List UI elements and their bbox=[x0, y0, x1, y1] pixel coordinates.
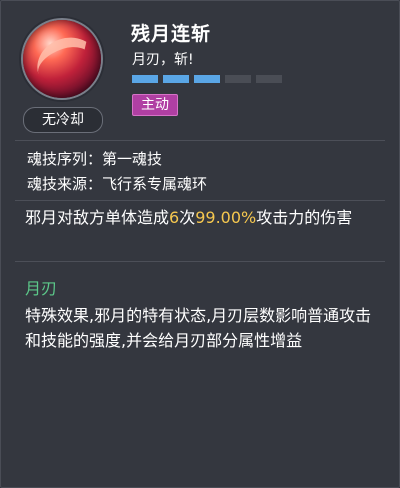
effect-title: 月刃 bbox=[25, 279, 58, 298]
skill-type-badge: 主动 bbox=[132, 94, 178, 116]
effect-description: 特殊效果,邪月的特有状态,月刃层数影响普通攻击和技能的强度,并会给月刃部分属性增… bbox=[25, 306, 372, 350]
description-prefix: 邪月对敌方单体造成 bbox=[25, 208, 170, 227]
description-suffix: 攻击力的伤害 bbox=[256, 208, 353, 227]
damage-percent: 99.00% bbox=[195, 208, 257, 227]
divider bbox=[15, 140, 385, 141]
cooldown-tag: 无冷却 bbox=[23, 107, 103, 133]
crescent-moon-icon bbox=[30, 29, 101, 98]
hit-count: 6 bbox=[169, 208, 180, 227]
level-segment bbox=[163, 75, 189, 83]
divider bbox=[15, 261, 385, 262]
skill-icon bbox=[23, 20, 101, 98]
level-segment bbox=[256, 75, 282, 83]
skill-subtitle: 月刃，斩! bbox=[132, 52, 194, 68]
skill-level-bar bbox=[132, 75, 282, 83]
skill-sequence-label: 魂技序列： bbox=[27, 150, 103, 168]
skill-source-label: 魂技来源： bbox=[27, 175, 103, 193]
hit-unit: 次 bbox=[179, 208, 196, 227]
skill-tooltip-panel: 无冷却 残月连斩 月刃，斩! 主动 魂技序列：第一魂技 魂技来源：飞行系专属魂环… bbox=[0, 0, 400, 488]
skill-sequence-value: 第一魂技 bbox=[102, 150, 163, 168]
divider bbox=[15, 200, 385, 201]
level-segment bbox=[132, 75, 158, 83]
skill-name: 残月连斩 bbox=[131, 23, 212, 45]
level-segment bbox=[194, 75, 220, 83]
skill-sequence-row: 魂技序列：第一魂技 bbox=[27, 148, 162, 169]
level-segment bbox=[225, 75, 251, 83]
skill-source-value: 飞行系专属魂环 bbox=[102, 175, 208, 193]
skill-source-row: 魂技来源：飞行系专属魂环 bbox=[27, 173, 207, 194]
skill-description: 邪月对敌方单体造成6次99.00%攻击力的伤害 bbox=[25, 205, 377, 230]
